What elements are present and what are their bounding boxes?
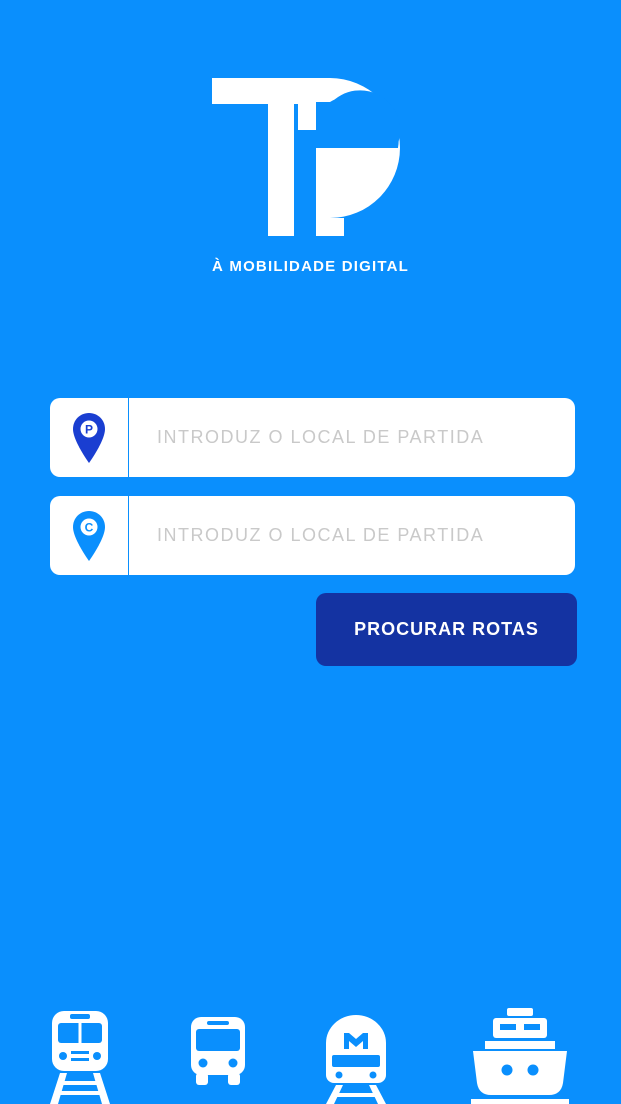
ferry-icon[interactable] [471,1007,569,1104]
location-pin-icon: C [73,510,105,561]
destination-field[interactable]: C [50,496,575,575]
destination-pin-cell: C [50,496,129,575]
origin-field[interactable]: P [50,398,575,477]
bus-icon[interactable] [190,1015,246,1087]
metro-icon[interactable] [322,1013,390,1104]
brand-tagline: À MOBILIDADE DIGITAL [211,258,410,275]
search-routes-button[interactable]: PROCURAR ROTAS [316,593,577,666]
origin-input[interactable] [157,398,557,477]
destination-input[interactable] [157,496,557,575]
origin-pin-cell: P [50,398,129,477]
destination-pin-letter: C [85,520,94,534]
tp-logo [212,78,401,236]
location-pin-icon: P [73,412,105,463]
origin-pin-letter: P [85,422,93,436]
train-icon[interactable] [48,1005,112,1104]
